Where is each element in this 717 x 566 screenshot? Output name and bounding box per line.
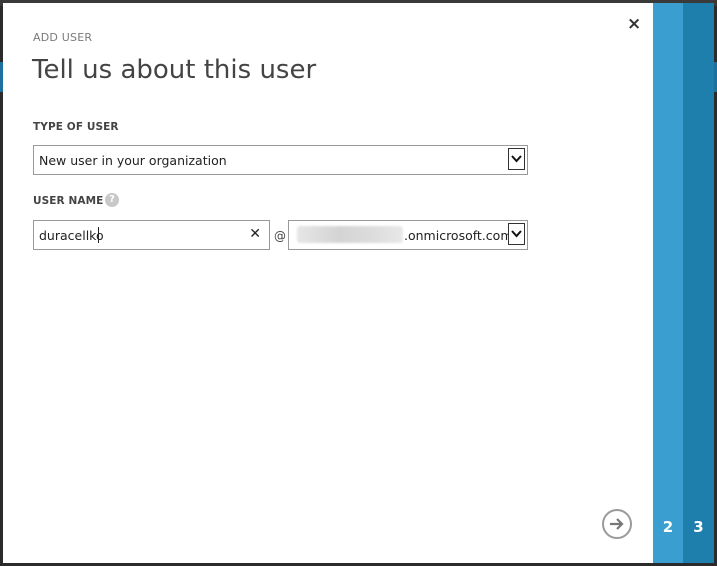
- dialog-eyebrow: ADD USER: [33, 31, 93, 44]
- user-name-value: duracellko: [39, 228, 104, 243]
- domain-select[interactable]: .onmicrosoft.com: [288, 220, 528, 250]
- type-of-user-label: TYPE OF USER: [33, 121, 119, 133]
- user-name-input[interactable]: duracellko ✕: [33, 220, 270, 250]
- text-caret: [98, 227, 99, 243]
- wizard-step-2[interactable]: 2: [653, 3, 683, 563]
- clear-icon[interactable]: ✕: [249, 226, 261, 242]
- arrow-right-icon: [610, 518, 624, 530]
- page-title: Tell us about this user: [32, 55, 317, 85]
- chevron-down-icon[interactable]: [508, 223, 525, 245]
- help-icon[interactable]: ?: [105, 193, 119, 207]
- at-separator: @: [274, 229, 286, 243]
- redacted-domain: [297, 226, 403, 243]
- close-icon[interactable]: ×: [627, 16, 641, 33]
- add-user-dialog: × ADD USER Tell us about this user TYPE …: [3, 3, 653, 563]
- type-of-user-value: New user in your organization: [39, 153, 227, 168]
- user-name-label: USER NAME: [33, 195, 104, 207]
- domain-suffix: .onmicrosoft.com: [404, 228, 513, 243]
- chevron-down-icon[interactable]: [508, 148, 525, 170]
- type-of-user-select[interactable]: New user in your organization: [33, 145, 528, 175]
- next-button[interactable]: [602, 509, 632, 539]
- wizard-step-number: 3: [693, 518, 704, 536]
- wizard-step-number: 2: [662, 518, 674, 536]
- wizard-step-3[interactable]: 3: [683, 3, 714, 563]
